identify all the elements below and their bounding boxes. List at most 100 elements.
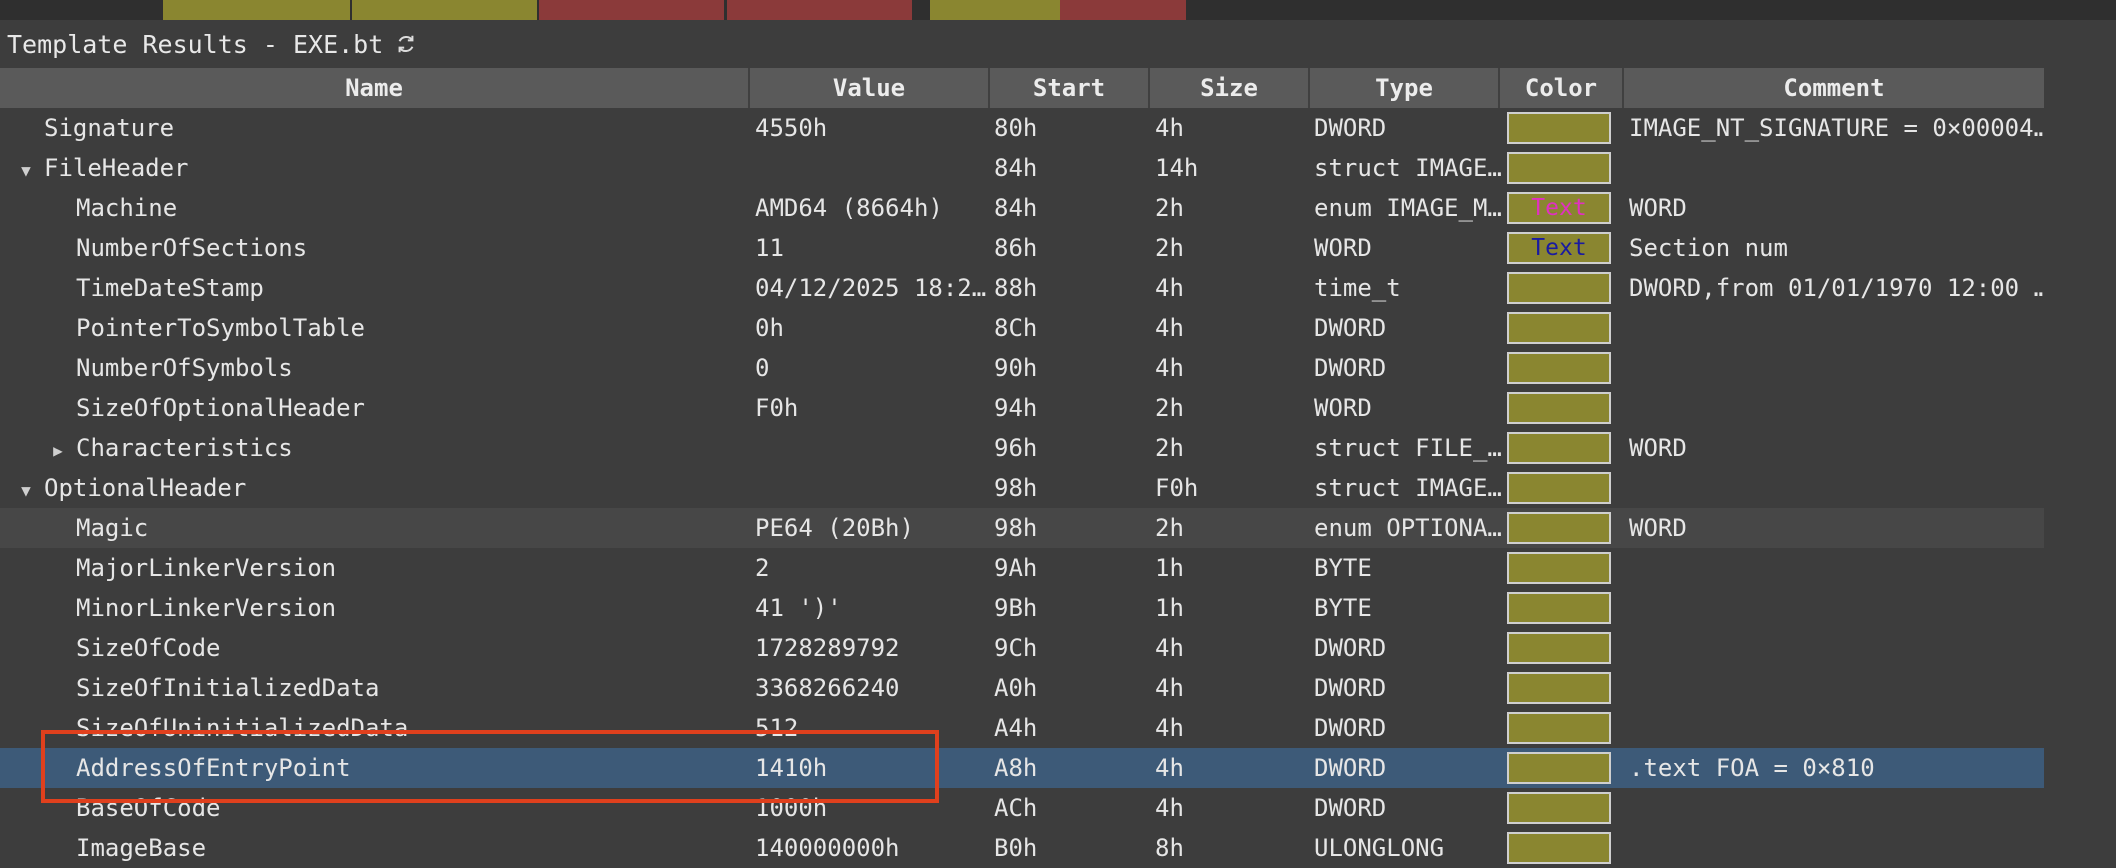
table-body: Signature 4550h 80h 4h DWORD IMAGE_NT_SIGNATU… [0, 108, 2044, 868]
splitter-grip-icon[interactable]: ▪▪▪▪▪▪ [1703, 16, 1741, 20]
row-name-label: SizeOfInitializedData [76, 674, 380, 702]
table-row[interactable]: Signature 4550h 80h 4h DWORD IMAGE_NT_SIGNATU… [0, 108, 2044, 148]
row-start: ACh [994, 794, 1038, 822]
row-size: 4h [1155, 314, 1184, 342]
row-start: 98h [994, 474, 1038, 502]
color-swatch [1507, 512, 1611, 544]
row-start: 9Bh [994, 594, 1038, 622]
row-name: ▼ FileHeader [0, 148, 766, 188]
expand-down-icon[interactable]: ▼ [16, 151, 36, 188]
column-header-start[interactable]: Start [990, 68, 1150, 108]
row-type: ULONGLONG [1314, 834, 1445, 862]
row-value: 2 [755, 554, 770, 582]
hex-ascii-1 [930, 0, 1060, 20]
color-swatch [1507, 392, 1611, 424]
row-value: 0h [755, 314, 784, 342]
table-row[interactable]: SizeOfInitializedData 3368266240 A0h 4h DWOR… [0, 668, 2044, 708]
row-name-label: NumberOfSymbols [76, 354, 293, 382]
row-start: 98h [994, 514, 1038, 542]
column-header-comment[interactable]: Comment [1624, 68, 2044, 108]
row-value: AMD64 (8664h) [755, 194, 943, 222]
row-name: MajorLinkerVersion [0, 548, 826, 588]
table-row[interactable]: ▶ Characteristics 96h 2h struct FILE_… WORD [0, 428, 2044, 468]
row-value: 0 [755, 354, 770, 382]
color-swatch [1507, 832, 1611, 864]
row-name: AddressOfEntryPoint [0, 748, 826, 788]
row-name-label: ImageBase [76, 834, 207, 862]
row-name: PointerToSymbolTable [0, 308, 826, 348]
row-name: Signature [0, 108, 794, 148]
table-row[interactable]: ▼ OptionalHeader 98h F0h struct IMAGE… [0, 468, 2044, 508]
color-swatch [1507, 472, 1611, 504]
row-size: 2h [1155, 434, 1184, 462]
expand-down-icon[interactable]: ▼ [16, 471, 36, 508]
row-name: ▼ OptionalHeader [0, 468, 766, 508]
row-start: 94h [994, 394, 1038, 422]
expand-right-icon[interactable]: ▶ [48, 431, 68, 468]
hex-bytes-4 [539, 0, 724, 20]
table-row[interactable]: PointerToSymbolTable 0h 8Ch 4h DWORD [0, 308, 2044, 348]
row-size: 4h [1155, 274, 1184, 302]
row-size: 1h [1155, 554, 1184, 582]
row-start: 8Ch [994, 314, 1038, 342]
table-row[interactable]: ▼ FileHeader 84h 14h struct IMAGE… [0, 148, 2044, 188]
row-comment: Section num [1629, 234, 1788, 262]
row-value: 11 [755, 234, 784, 262]
row-start: 90h [994, 354, 1038, 382]
table-row[interactable]: MinorLinkerVersion 41 ')' 9Bh 1h BYTE [0, 588, 2044, 628]
table-row[interactable]: ImageBase 140000000h B0h 8h ULONGLONG [0, 828, 2044, 868]
column-header-name[interactable]: Name [0, 68, 750, 108]
hex-bytes-5 [727, 0, 912, 20]
column-header-color[interactable]: Color [1500, 68, 1624, 108]
row-comment [1629, 548, 2044, 588]
row-start: 84h [994, 194, 1038, 222]
table-row[interactable]: MajorLinkerVersion 2 9Ah 1h BYTE [0, 548, 2044, 588]
row-comment [1629, 628, 2044, 668]
table-row[interactable]: SizeOfUninitializedData 512 A4h 4h DWORD [0, 708, 2044, 748]
row-size: 2h [1155, 514, 1184, 542]
row-value: 140000000h [755, 834, 900, 862]
row-start: 80h [994, 114, 1038, 142]
row-value [755, 428, 987, 468]
row-value: 04/12/2025 18:2… [755, 274, 987, 302]
color-swatch [1507, 592, 1611, 624]
table-row[interactable]: Magic PE64 (20Bh) 98h 2h enum OPTIONA… WORD [0, 508, 2044, 548]
color-swatch: Text [1507, 232, 1611, 264]
row-name: Machine [0, 188, 826, 228]
row-type: BYTE [1314, 594, 1372, 622]
row-value: 1728289792 [755, 634, 900, 662]
row-type: BYTE [1314, 554, 1372, 582]
table-row[interactable]: NumberOfSections 11 86h 2h WORD Section num Te… [0, 228, 2044, 268]
hex-bytes-1 [0, 0, 160, 20]
row-type: struct IMAGE… [1314, 154, 1502, 182]
row-value: 512 [755, 714, 799, 742]
refresh-icon[interactable] [395, 33, 417, 55]
row-size: 1h [1155, 594, 1184, 622]
row-name-label: Characteristics [76, 434, 293, 462]
row-type: DWORD [1314, 634, 1387, 662]
row-name: NumberOfSymbols [0, 348, 826, 388]
row-value [755, 148, 987, 188]
color-swatch [1507, 792, 1611, 824]
row-name-label: NumberOfSections [76, 234, 308, 262]
row-name: SizeOfCode [0, 628, 826, 668]
table-row[interactable]: SizeOfOptionalHeader F0h 94h 2h WORD [0, 388, 2044, 428]
table-row[interactable]: AddressOfEntryPoint 1410h A8h 4h DWORD .text … [0, 748, 2044, 788]
table-row[interactable]: NumberOfSymbols 0 90h 4h DWORD [0, 348, 2044, 388]
row-name-label: FileHeader [44, 154, 189, 182]
column-header-type[interactable]: Type [1310, 68, 1500, 108]
panel-title: Template Results - EXE.bt [7, 29, 384, 59]
row-size: F0h [1155, 474, 1199, 502]
row-name-label: SizeOfUninitializedData [76, 714, 409, 742]
color-swatch [1507, 312, 1611, 344]
table-row[interactable]: SizeOfCode 1728289792 9Ch 4h DWORD [0, 628, 2044, 668]
table-row[interactable]: Machine AMD64 (8664h) 84h 2h enum IMAGE_M… WO… [0, 188, 2044, 228]
table-row[interactable]: BaseOfCode 1000h ACh 4h DWORD [0, 788, 2044, 828]
color-swatch [1507, 112, 1611, 144]
table-row[interactable]: TimeDateStamp 04/12/2025 18:2… 88h 4h time_t… [0, 268, 2044, 308]
column-header-value[interactable]: Value [750, 68, 990, 108]
row-name: NumberOfSections [0, 228, 826, 268]
row-value: 1000h [755, 794, 828, 822]
column-header-size[interactable]: Size [1150, 68, 1310, 108]
row-value: 1410h [755, 754, 828, 782]
